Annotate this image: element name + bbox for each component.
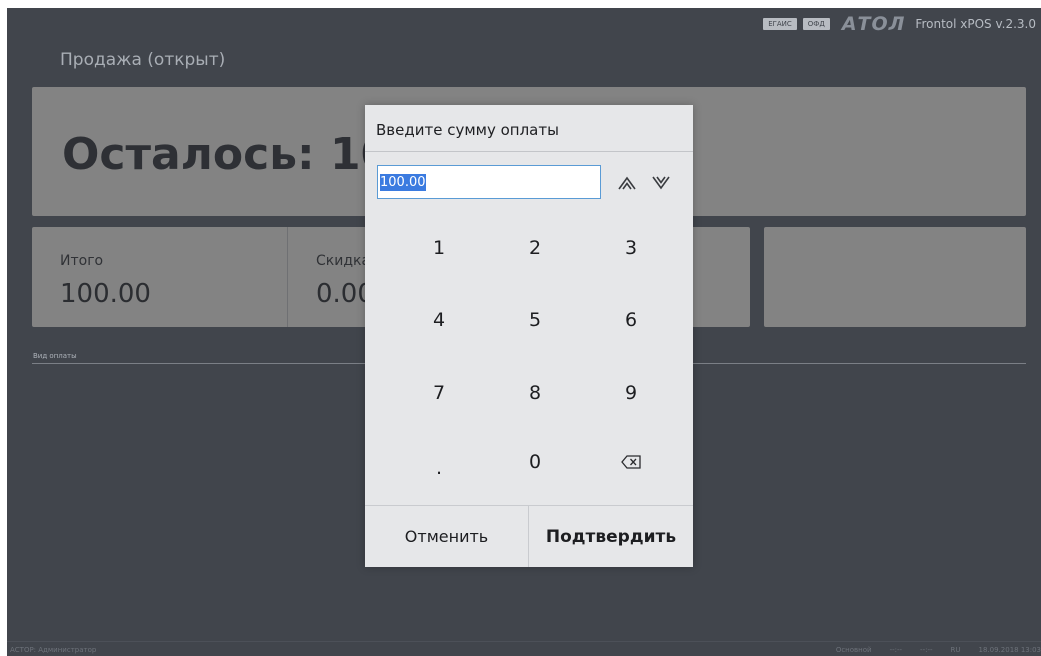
ofd-badge: ОФД [802,18,830,30]
app-version: Frontol xPOS v.2.3.0 [915,17,1036,31]
cancel-button[interactable]: Отменить [365,506,529,567]
status-right-group: Основной --:-- --:-- RU 18.09.2018 13:03 [836,646,1041,654]
discount-label: Скидка [316,253,371,269]
payment-type-label: Вид оплаты [33,352,77,360]
confirm-button[interactable]: Подтвердить [529,506,693,567]
arrow-down-icon [652,176,670,190]
key-5[interactable]: 5 [487,285,583,355]
increase-button[interactable] [615,171,639,195]
dialog-title-divider [365,151,693,152]
total-label: Итого [60,253,104,269]
key-6[interactable]: 6 [583,285,679,355]
key-8[interactable]: 8 [487,358,583,428]
key-7[interactable]: 7 [391,358,487,428]
key-decimal[interactable]: . [391,433,487,503]
status-mode: Основной [835,646,872,654]
key-4[interactable]: 4 [391,285,487,355]
pos-screen: ЕГАИС ОФД АТОЛ Frontol xPOS v.2.3.0 Прод… [7,8,1041,656]
status-field-1: --:-- [889,646,903,654]
dialog-title: Введите сумму оплаты [376,121,559,139]
atol-logo: АТОЛ [841,13,906,35]
payment-amount-dialog: Введите сумму оплаты 100.00 1 2 3 4 5 6 … [365,105,693,567]
amount-input[interactable]: 100.00 [377,165,601,199]
sale-title: Продажа (открыт) [60,50,226,70]
key-1[interactable]: 1 [391,213,487,283]
total-value: 100.00 [60,279,151,309]
decrease-button[interactable] [649,171,673,195]
total-cell: Итого 100.00 [32,227,288,327]
status-field-2: --:-- [920,646,933,654]
key-0[interactable]: 0 [487,427,583,497]
egais-badge: ЕГАИС [763,18,797,30]
status-bar: АСТОР: Администратор Основной --:-- --:-… [7,641,1041,656]
status-user: АСТОР: Администратор [10,646,97,654]
amount-value: 100.00 [380,173,426,191]
backspace-icon [621,455,641,469]
key-9[interactable]: 9 [583,358,679,428]
status-language: RU [950,646,961,654]
extra-panel [764,227,1026,327]
top-bar: ЕГАИС ОФД АТОЛ Frontol xPOS v.2.3.0 [763,13,1036,35]
backspace-key[interactable] [583,427,679,497]
status-datetime: 18.09.2018 13:03 [978,646,1041,654]
key-3[interactable]: 3 [583,213,679,283]
key-2[interactable]: 2 [487,213,583,283]
arrow-up-icon [618,176,636,190]
